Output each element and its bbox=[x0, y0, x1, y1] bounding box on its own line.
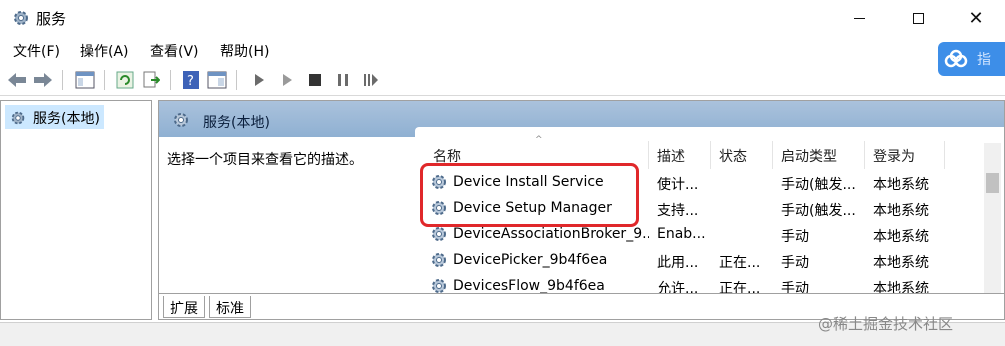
show-tree-button[interactable] bbox=[74, 69, 96, 91]
properties-button[interactable] bbox=[206, 69, 228, 91]
service-log-on-as: 本地系统 bbox=[873, 229, 929, 245]
window-title: 服务 bbox=[36, 10, 67, 28]
stop-service-button[interactable] bbox=[304, 69, 326, 91]
menu-help[interactable]: 帮助(H) bbox=[220, 41, 269, 61]
service-startup-type: 手动(触发... bbox=[781, 177, 856, 193]
menu-view[interactable]: 查看(V) bbox=[150, 41, 199, 61]
highlight-annotation bbox=[420, 163, 639, 227]
scrollbar-thumb[interactable] bbox=[986, 173, 999, 193]
vertical-scrollbar[interactable] bbox=[984, 143, 1001, 293]
services-gear-icon bbox=[11, 111, 25, 125]
service-gear-icon bbox=[432, 253, 446, 267]
console-tree: 服务(本地) bbox=[0, 100, 152, 320]
minimize-icon bbox=[853, 17, 865, 19]
close-icon: ✕ bbox=[968, 7, 984, 29]
service-name: DevicePicker_9b4f6ea bbox=[453, 252, 608, 268]
refresh-icon bbox=[116, 71, 134, 89]
toolbar-separator bbox=[62, 70, 63, 90]
pane-title: 服务(本地) bbox=[203, 115, 270, 131]
stop-icon bbox=[309, 74, 321, 86]
menu-file[interactable]: 文件(F) bbox=[13, 41, 60, 61]
play-outline-icon bbox=[283, 74, 292, 86]
minimize-button[interactable] bbox=[830, 0, 888, 36]
services-gear-icon bbox=[14, 11, 28, 25]
services-gear-icon bbox=[174, 113, 188, 127]
column-header-status[interactable]: 状态 bbox=[713, 141, 773, 169]
play-icon bbox=[255, 74, 264, 86]
service-status: 正在... bbox=[719, 255, 761, 271]
back-button[interactable] bbox=[6, 69, 28, 91]
maximize-button[interactable] bbox=[889, 0, 947, 36]
help-button[interactable]: ? bbox=[180, 69, 202, 91]
service-startup-type: 手动(触发... bbox=[781, 203, 856, 219]
toolbar-separator bbox=[236, 70, 237, 90]
export-list-button[interactable] bbox=[140, 69, 162, 91]
help-icon: ? bbox=[183, 71, 199, 89]
toolbar: ? bbox=[0, 66, 1005, 96]
service-name: DeviceAssociationBroker_9... bbox=[453, 226, 649, 242]
tab-extended[interactable]: 扩展 bbox=[163, 296, 205, 318]
service-description: 支持... bbox=[657, 203, 699, 219]
service-name: DevicesFlow_9b4f6ea bbox=[453, 278, 605, 294]
service-log-on-as: 本地系统 bbox=[873, 177, 929, 193]
pause-icon bbox=[338, 74, 348, 86]
watermark: @稀土掘金技术社区 bbox=[818, 315, 954, 333]
restart-icon bbox=[364, 74, 378, 86]
close-button[interactable]: ✕ bbox=[947, 0, 1005, 36]
table-row[interactable]: DevicePicker_9b4f6ea 此用... 正在... 手动 本地系统 bbox=[415, 247, 990, 273]
column-header-startup-type[interactable]: 启动类型 bbox=[775, 141, 865, 169]
description-prompt: 选择一个项目来查看它的描述。 bbox=[167, 152, 363, 168]
service-description: 此用... bbox=[657, 255, 699, 271]
service-gear-icon bbox=[432, 227, 446, 241]
restart-service-button[interactable] bbox=[360, 69, 382, 91]
service-description: Enab... bbox=[657, 226, 706, 242]
tree-item-label: 服务(本地) bbox=[33, 111, 100, 127]
maximize-icon bbox=[912, 12, 924, 24]
start-service-button[interactable] bbox=[248, 69, 270, 91]
forward-arrow-icon bbox=[34, 73, 52, 87]
properties-icon bbox=[207, 71, 227, 89]
console-tree-icon bbox=[75, 71, 95, 89]
title-bar: 服务 ✕ bbox=[0, 0, 1005, 36]
column-header-log-on-as[interactable]: 登录为 bbox=[867, 141, 945, 169]
toolbar-separator bbox=[104, 70, 105, 90]
forward-button[interactable] bbox=[32, 69, 54, 91]
menu-bar: 文件(F) 操作(A) 查看(V) 帮助(H) bbox=[0, 38, 1005, 64]
service-description: 使计... bbox=[657, 177, 699, 193]
refresh-button[interactable] bbox=[114, 69, 136, 91]
tree-item-services-local[interactable]: 服务(本地) bbox=[5, 105, 104, 129]
menu-action[interactable]: 操作(A) bbox=[80, 41, 129, 61]
pause-service-button[interactable] bbox=[332, 69, 354, 91]
service-log-on-as: 本地系统 bbox=[873, 203, 929, 219]
service-log-on-as: 本地系统 bbox=[873, 255, 929, 271]
back-arrow-icon bbox=[8, 73, 26, 87]
service-startup-type: 手动 bbox=[781, 255, 809, 271]
service-startup-type: 手动 bbox=[781, 229, 809, 245]
column-header-description[interactable]: 描述 bbox=[651, 141, 711, 169]
toolbar-separator bbox=[170, 70, 171, 90]
start-paused-button[interactable] bbox=[276, 69, 298, 91]
svg-text:?: ? bbox=[187, 74, 194, 89]
tab-standard[interactable]: 标准 bbox=[209, 296, 251, 318]
export-icon bbox=[143, 71, 160, 88]
